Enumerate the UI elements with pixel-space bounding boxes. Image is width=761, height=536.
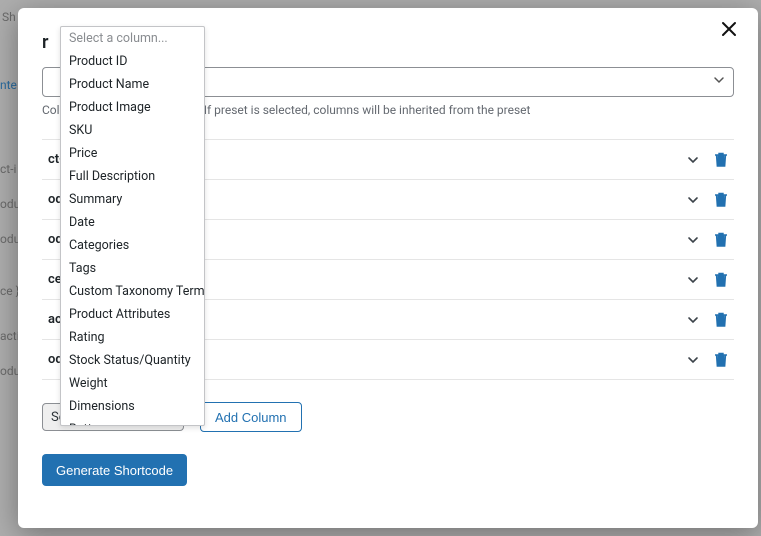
dropdown-option[interactable]: Stock Status/Quantity	[61, 349, 204, 372]
dropdown-option[interactable]: Product Name	[61, 73, 204, 96]
dropdown-option[interactable]: Full Description	[61, 165, 204, 188]
expand-column-button[interactable]	[686, 313, 700, 327]
delete-column-button[interactable]	[714, 272, 728, 288]
delete-column-button[interactable]	[714, 152, 728, 168]
add-column-button[interactable]: Add Column	[200, 402, 302, 432]
expand-column-button[interactable]	[686, 193, 700, 207]
dropdown-option-placeholder[interactable]: Select a column...	[61, 27, 204, 50]
dropdown-option[interactable]: Buttons	[61, 418, 204, 426]
delete-column-button[interactable]	[714, 352, 728, 368]
dropdown-option[interactable]: Categories	[61, 234, 204, 257]
dropdown-option[interactable]: Product Attributes	[61, 303, 204, 326]
shortcode-modal: r Columns, Settings and Filters. If pres…	[18, 8, 758, 528]
dropdown-option[interactable]: Tags	[61, 257, 204, 280]
chevron-down-icon	[713, 74, 725, 86]
expand-column-button[interactable]	[686, 353, 700, 367]
expand-column-button[interactable]	[686, 233, 700, 247]
bg-text: ce }	[0, 284, 20, 298]
expand-column-button[interactable]	[686, 273, 700, 287]
dropdown-option[interactable]: Price	[61, 142, 204, 165]
dropdown-option[interactable]: Product ID	[61, 50, 204, 73]
dropdown-option[interactable]: Date	[61, 211, 204, 234]
dropdown-option[interactable]: Rating	[61, 326, 204, 349]
bg-text: Sh	[2, 10, 16, 24]
column-type-dropdown[interactable]: Select a column...Product IDProduct Name…	[60, 26, 205, 426]
generate-shortcode-button[interactable]: Generate Shortcode	[42, 454, 187, 486]
delete-column-button[interactable]	[714, 232, 728, 248]
delete-column-button[interactable]	[714, 312, 728, 328]
bg-text: nte	[0, 78, 17, 92]
dropdown-option[interactable]: Dimensions	[61, 395, 204, 418]
dropdown-option[interactable]: Product Image	[61, 96, 204, 119]
dropdown-option[interactable]: SKU	[61, 119, 204, 142]
dropdown-option[interactable]: Weight	[61, 372, 204, 395]
delete-column-button[interactable]	[714, 192, 728, 208]
dropdown-option[interactable]: Custom Taxonomy Terms	[61, 280, 204, 303]
bg-text: ct-i	[0, 162, 16, 176]
bg-text: acti	[0, 329, 20, 343]
dropdown-option[interactable]: Summary	[61, 188, 204, 211]
expand-column-button[interactable]	[686, 153, 700, 167]
